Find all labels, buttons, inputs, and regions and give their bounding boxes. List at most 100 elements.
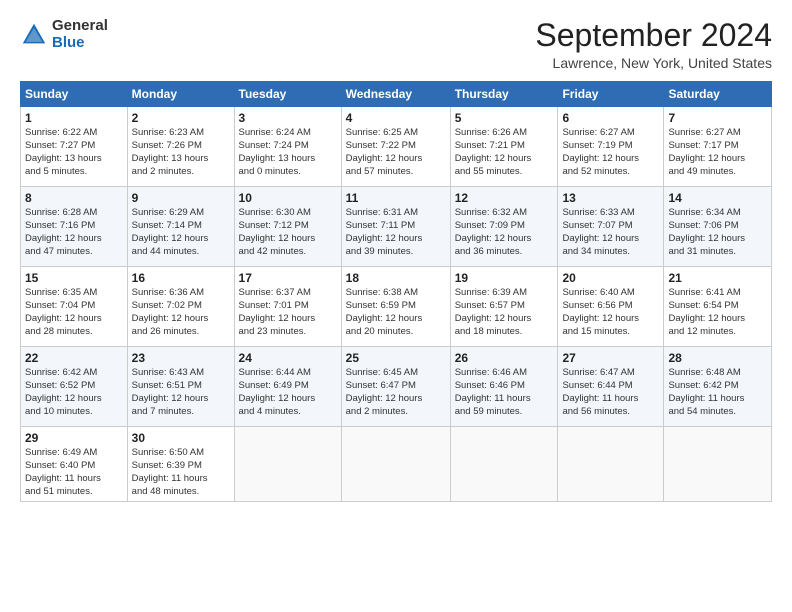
title-block: September 2024 Lawrence, New York, Unite… [535, 18, 772, 71]
calendar-cell: 5 Sunrise: 6:26 AM Sunset: 7:21 PM Daylig… [450, 107, 558, 187]
day-number: 1 [25, 111, 123, 125]
calendar-week-row: 1 Sunrise: 6:22 AM Sunset: 7:27 PM Daylig… [21, 107, 772, 187]
day-number: 26 [455, 351, 554, 365]
day-number: 24 [239, 351, 337, 365]
day-info: Sunrise: 6:26 AM Sunset: 7:21 PM Dayligh… [455, 127, 554, 178]
calendar-cell: 25 Sunrise: 6:45 AM Sunset: 6:47 PM Dayli… [341, 347, 450, 427]
logo-general: General [52, 18, 108, 35]
header-cell-wednesday: Wednesday [341, 82, 450, 107]
day-info: Sunrise: 6:41 AM Sunset: 6:54 PM Dayligh… [668, 287, 767, 338]
day-number: 23 [132, 351, 230, 365]
calendar-cell [558, 427, 664, 502]
day-number: 7 [668, 111, 767, 125]
day-number: 4 [346, 111, 446, 125]
calendar-cell: 1 Sunrise: 6:22 AM Sunset: 7:27 PM Daylig… [21, 107, 128, 187]
day-number: 10 [239, 191, 337, 205]
day-info: Sunrise: 6:48 AM Sunset: 6:42 PM Dayligh… [668, 367, 767, 418]
calendar-cell [234, 427, 341, 502]
day-info: Sunrise: 6:28 AM Sunset: 7:16 PM Dayligh… [25, 207, 123, 258]
day-number: 18 [346, 271, 446, 285]
day-number: 6 [562, 111, 659, 125]
day-info: Sunrise: 6:29 AM Sunset: 7:14 PM Dayligh… [132, 207, 230, 258]
day-info: Sunrise: 6:37 AM Sunset: 7:01 PM Dayligh… [239, 287, 337, 338]
day-info: Sunrise: 6:27 AM Sunset: 7:19 PM Dayligh… [562, 127, 659, 178]
day-number: 11 [346, 191, 446, 205]
header-cell-sunday: Sunday [21, 82, 128, 107]
day-info: Sunrise: 6:32 AM Sunset: 7:09 PM Dayligh… [455, 207, 554, 258]
calendar-cell: 13Sunrise: 6:33 AM Sunset: 7:07 PM Dayli… [558, 187, 664, 267]
day-number: 21 [668, 271, 767, 285]
day-info: Sunrise: 6:36 AM Sunset: 7:02 PM Dayligh… [132, 287, 230, 338]
day-info: Sunrise: 6:30 AM Sunset: 7:12 PM Dayligh… [239, 207, 337, 258]
day-info: Sunrise: 6:34 AM Sunset: 7:06 PM Dayligh… [668, 207, 767, 258]
day-number: 15 [25, 271, 123, 285]
calendar-cell: 23Sunrise: 6:43 AM Sunset: 6:51 PM Dayli… [127, 347, 234, 427]
calendar-cell: 26 Sunrise: 6:46 AM Sunset: 6:46 PM Dayli… [450, 347, 558, 427]
calendar-cell: 4 Sunrise: 6:25 AM Sunset: 7:22 PM Daylig… [341, 107, 450, 187]
calendar-cell: 17 Sunrise: 6:37 AM Sunset: 7:01 PM Dayli… [234, 267, 341, 347]
day-info: Sunrise: 6:49 AM Sunset: 6:40 PM Dayligh… [25, 447, 123, 498]
day-info: Sunrise: 6:38 AM Sunset: 6:59 PM Dayligh… [346, 287, 446, 338]
header-cell-friday: Friday [558, 82, 664, 107]
calendar: SundayMondayTuesdayWednesdayThursdayFrid… [20, 81, 772, 502]
day-number: 25 [346, 351, 446, 365]
calendar-cell: 7 Sunrise: 6:27 AM Sunset: 7:17 PM Daylig… [664, 107, 772, 187]
calendar-cell: 27 Sunrise: 6:47 AM Sunset: 6:44 PM Dayli… [558, 347, 664, 427]
header-cell-thursday: Thursday [450, 82, 558, 107]
calendar-cell: 8Sunrise: 6:28 AM Sunset: 7:16 PM Daylig… [21, 187, 128, 267]
day-info: Sunrise: 6:40 AM Sunset: 6:56 PM Dayligh… [562, 287, 659, 338]
day-number: 19 [455, 271, 554, 285]
calendar-cell: 30 Sunrise: 6:50 AM Sunset: 6:39 PM Dayli… [127, 427, 234, 502]
day-info: Sunrise: 6:25 AM Sunset: 7:22 PM Dayligh… [346, 127, 446, 178]
logo-blue: Blue [52, 35, 108, 52]
day-number: 22 [25, 351, 123, 365]
day-number: 2 [132, 111, 230, 125]
calendar-cell: 11Sunrise: 6:31 AM Sunset: 7:11 PM Dayli… [341, 187, 450, 267]
page: General Blue September 2024 Lawrence, Ne… [0, 0, 792, 612]
day-number: 27 [562, 351, 659, 365]
day-info: Sunrise: 6:45 AM Sunset: 6:47 PM Dayligh… [346, 367, 446, 418]
calendar-cell: 12Sunrise: 6:32 AM Sunset: 7:09 PM Dayli… [450, 187, 558, 267]
calendar-cell: 14Sunrise: 6:34 AM Sunset: 7:06 PM Dayli… [664, 187, 772, 267]
day-info: Sunrise: 6:44 AM Sunset: 6:49 PM Dayligh… [239, 367, 337, 418]
calendar-week-row: 22 Sunrise: 6:42 AM Sunset: 6:52 PM Dayli… [21, 347, 772, 427]
day-number: 5 [455, 111, 554, 125]
day-number: 20 [562, 271, 659, 285]
day-info: Sunrise: 6:50 AM Sunset: 6:39 PM Dayligh… [132, 447, 230, 498]
subtitle: Lawrence, New York, United States [535, 55, 772, 71]
main-title: September 2024 [535, 18, 772, 53]
day-info: Sunrise: 6:47 AM Sunset: 6:44 PM Dayligh… [562, 367, 659, 418]
calendar-cell: 20 Sunrise: 6:40 AM Sunset: 6:56 PM Dayli… [558, 267, 664, 347]
header-cell-tuesday: Tuesday [234, 82, 341, 107]
day-number: 28 [668, 351, 767, 365]
calendar-cell: 16 Sunrise: 6:36 AM Sunset: 7:02 PM Dayli… [127, 267, 234, 347]
day-info: Sunrise: 6:42 AM Sunset: 6:52 PM Dayligh… [25, 367, 123, 418]
calendar-cell: 2 Sunrise: 6:23 AM Sunset: 7:26 PM Daylig… [127, 107, 234, 187]
calendar-cell: 15 Sunrise: 6:35 AM Sunset: 7:04 PM Dayli… [21, 267, 128, 347]
day-number: 17 [239, 271, 337, 285]
calendar-cell: 22 Sunrise: 6:42 AM Sunset: 6:52 PM Dayli… [21, 347, 128, 427]
calendar-cell [450, 427, 558, 502]
calendar-cell: 10 Sunrise: 6:30 AM Sunset: 7:12 PM Dayli… [234, 187, 341, 267]
day-info: Sunrise: 6:46 AM Sunset: 6:46 PM Dayligh… [455, 367, 554, 418]
day-number: 9 [132, 191, 230, 205]
day-info: Sunrise: 6:22 AM Sunset: 7:27 PM Dayligh… [25, 127, 123, 178]
calendar-week-row: 15 Sunrise: 6:35 AM Sunset: 7:04 PM Dayli… [21, 267, 772, 347]
day-number: 13 [562, 191, 659, 205]
day-number: 3 [239, 111, 337, 125]
day-info: Sunrise: 6:27 AM Sunset: 7:17 PM Dayligh… [668, 127, 767, 178]
header-cell-monday: Monday [127, 82, 234, 107]
day-info: Sunrise: 6:23 AM Sunset: 7:26 PM Dayligh… [132, 127, 230, 178]
day-info: Sunrise: 6:35 AM Sunset: 7:04 PM Dayligh… [25, 287, 123, 338]
day-info: Sunrise: 6:24 AM Sunset: 7:24 PM Dayligh… [239, 127, 337, 178]
calendar-cell [664, 427, 772, 502]
calendar-cell: 24 Sunrise: 6:44 AM Sunset: 6:49 PM Dayli… [234, 347, 341, 427]
calendar-cell: 29Sunrise: 6:49 AM Sunset: 6:40 PM Dayli… [21, 427, 128, 502]
calendar-cell: 28 Sunrise: 6:48 AM Sunset: 6:42 PM Dayli… [664, 347, 772, 427]
day-number: 16 [132, 271, 230, 285]
calendar-cell: 6 Sunrise: 6:27 AM Sunset: 7:19 PM Daylig… [558, 107, 664, 187]
calendar-cell [341, 427, 450, 502]
logo: General Blue [20, 18, 108, 51]
calendar-week-row: 29Sunrise: 6:49 AM Sunset: 6:40 PM Dayli… [21, 427, 772, 502]
day-number: 30 [132, 431, 230, 445]
